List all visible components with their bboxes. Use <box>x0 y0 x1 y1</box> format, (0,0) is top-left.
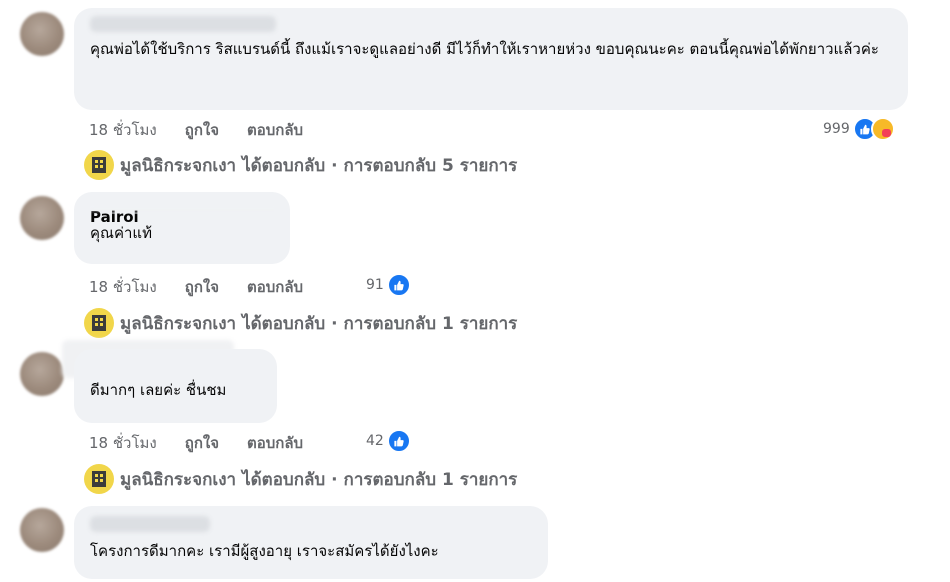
page-name: มูลนิธิกระจกเงา <box>120 469 237 490</box>
commenter-name-redacted[interactable] <box>90 516 210 532</box>
page-name: มูลนิธิกระจกเงา <box>120 155 237 176</box>
replies-count-text: ได้ตอบกลับ · การตอบกลับ 1 รายการ <box>242 313 518 334</box>
reaction-count: 999 <box>823 121 850 137</box>
page-avatar <box>84 308 114 338</box>
view-replies-link[interactable]: มูลนิธิกระจกเงา ได้ตอบกลับ · การตอบกลับ … <box>84 150 517 180</box>
comment-actions: 18 ชั่วโมง ถูกใจ ตอบกลับ <box>89 431 331 455</box>
building-icon <box>92 315 106 331</box>
comment-timestamp[interactable]: 18 ชั่วโมง <box>89 431 157 455</box>
like-button[interactable]: ถูกใจ <box>185 275 219 299</box>
replies-count-text: ได้ตอบกลับ · การตอบกลับ 1 รายการ <box>242 469 518 490</box>
like-button[interactable]: ถูกใจ <box>185 431 219 455</box>
reply-button[interactable]: ตอบกลับ <box>247 275 303 299</box>
comment-text: โครงการดีมากคะ เรามีผู้สูงอายุ เราจะสมัค… <box>90 542 439 560</box>
like-button[interactable]: ถูกใจ <box>185 118 219 142</box>
comment-actions: 18 ชั่วโมง ถูกใจ ตอบกลับ <box>89 118 331 142</box>
comment-bubble: ดีมากๆ เลยค่ะ ชื่นชม <box>74 349 277 423</box>
comment-text: คุณค่าแท้ <box>90 224 152 242</box>
comment-bubble: คุณพ่อได้ใช้บริการ ริสแบรนด์นี้ ถึงแม้เร… <box>74 8 908 110</box>
view-replies-link[interactable]: มูลนิธิกระจกเงา ได้ตอบกลับ · การตอบกลับ … <box>84 464 517 494</box>
comment-bubble: Pairoj Wisatanwongrat คุณค่าแท้ <box>74 192 290 264</box>
comment-actions: 18 ชั่วโมง ถูกใจ ตอบกลับ <box>89 275 331 299</box>
reaction-count: 91 <box>366 277 384 293</box>
reaction-summary[interactable]: 999 <box>823 117 895 141</box>
commenter-avatar[interactable] <box>20 196 64 240</box>
like-reaction-icon <box>386 429 411 453</box>
page-avatar <box>84 150 114 180</box>
building-icon <box>92 471 106 487</box>
building-icon <box>92 157 106 173</box>
commenter-avatar[interactable] <box>20 508 64 552</box>
commenter-avatar[interactable] <box>20 12 64 56</box>
comment-text: ดีมากๆ เลยค่ะ ชื่นชม <box>90 381 227 399</box>
page-name: มูลนิธิกระจกเงา <box>120 313 237 334</box>
view-replies-link[interactable]: มูลนิธิกระจกเงา ได้ตอบกลับ · การตอบกลับ … <box>84 308 517 338</box>
comment-text: คุณพ่อได้ใช้บริการ ริสแบรนด์นี้ ถึงแม้เร… <box>90 40 879 58</box>
commenter-avatar[interactable] <box>20 352 64 396</box>
care-reaction-icon <box>870 117 895 141</box>
reaction-count: 42 <box>366 433 384 449</box>
reply-button[interactable]: ตอบกลับ <box>247 431 303 455</box>
reply-button[interactable]: ตอบกลับ <box>247 118 303 142</box>
commenter-name-redacted[interactable] <box>90 16 276 32</box>
replies-count-text: ได้ตอบกลับ · การตอบกลับ 5 รายการ <box>242 155 518 176</box>
comment-timestamp[interactable]: 18 ชั่วโมง <box>89 275 157 299</box>
reaction-summary[interactable]: 42 <box>366 429 411 453</box>
like-reaction-icon <box>386 273 411 297</box>
commenter-name-partial[interactable]: Pairoj Wisatanwongrat <box>90 202 274 222</box>
reaction-summary[interactable]: 91 <box>366 273 411 297</box>
comment-timestamp[interactable]: 18 ชั่วโมง <box>89 118 157 142</box>
comment-bubble: โครงการดีมากคะ เรามีผู้สูงอายุ เราจะสมัค… <box>74 506 548 579</box>
page-avatar <box>84 464 114 494</box>
